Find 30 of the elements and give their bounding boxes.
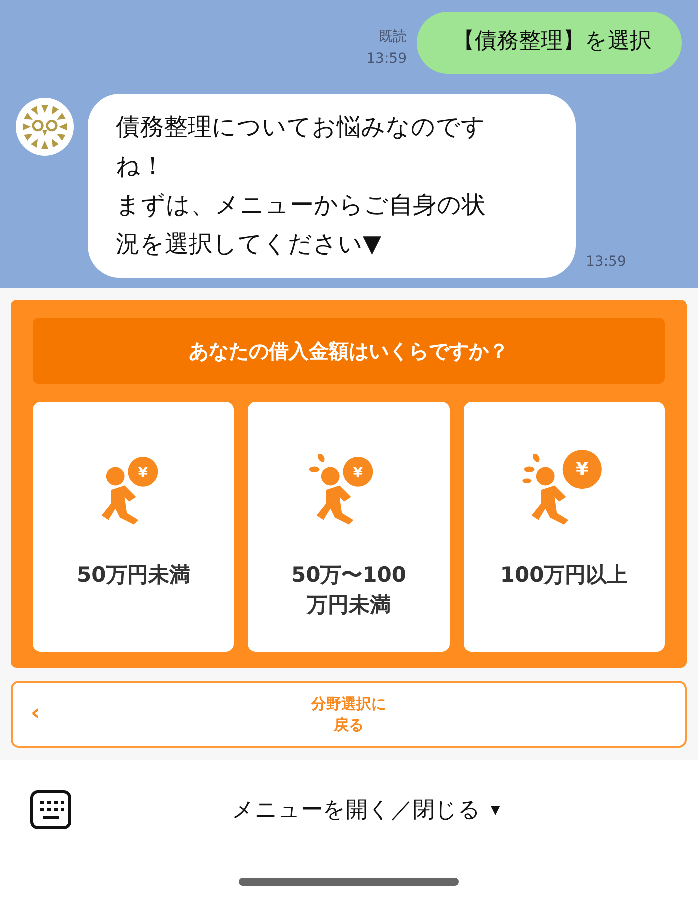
option-label: 100万円以上 [500, 562, 628, 589]
message-time: 13:59 [366, 50, 407, 69]
person-icon [316, 467, 354, 525]
back-chevron-icon: ‹ [31, 703, 40, 725]
option-card[interactable]: ¥ 50万円未満 [33, 402, 234, 652]
home-indicator[interactable] [239, 878, 459, 886]
message-bubble: 【債務整理】を選択 [417, 12, 682, 74]
question-banner: あなたの借入金額はいくらですか？ [33, 318, 665, 384]
read-receipt: 既読 [379, 28, 407, 47]
coin-icon [128, 456, 158, 487]
yen-sign: ¥ [576, 459, 590, 480]
sweat-drops-icon [309, 454, 325, 472]
coin-icon [343, 456, 374, 487]
option-card[interactable]: ¥ 100万円以上 [464, 402, 665, 652]
person-icon [532, 467, 569, 525]
option-card[interactable]: ¥ 50万〜100万円未満 [248, 402, 450, 652]
avatar-icon [16, 98, 74, 156]
coin-icon [563, 450, 602, 490]
message-text: 債務整理についてお悩みなのですね！ [116, 112, 487, 182]
yen-sign: ¥ [138, 466, 148, 482]
yen-sign: ¥ [353, 466, 363, 482]
keyboard-icon [30, 790, 72, 830]
option-label: 50万〜100万円未満 [290, 562, 408, 619]
caret-icon: ▼ [491, 803, 500, 817]
person-icon [101, 467, 138, 525]
menu-toggle-button[interactable]: メニューを開く／閉じる ▼ [232, 795, 500, 825]
option-label: 50万円未満 [77, 562, 190, 589]
message-time: 13:59 [586, 254, 626, 272]
message-text: まずは、メニューからご自身の状況を選択してください▼ [116, 190, 487, 260]
sweat-drops-icon [522, 454, 540, 484]
